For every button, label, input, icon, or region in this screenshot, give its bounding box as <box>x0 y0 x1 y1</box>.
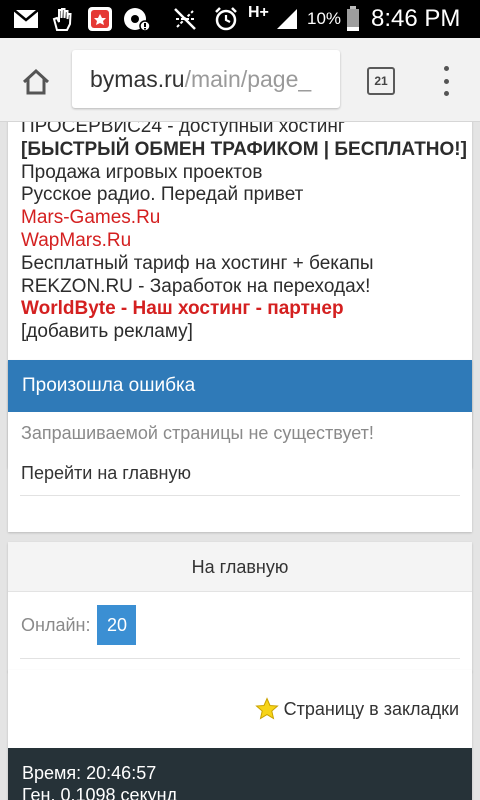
alarm-icon <box>212 6 240 32</box>
mute-icon <box>172 6 198 32</box>
online-label: Онлайн: <box>21 614 91 635</box>
browser-toolbar: bymas.ru/main/page_ 21 <box>0 38 480 122</box>
status-bar: H+ 10% 8:46 PM <box>0 0 480 38</box>
url-host: bymas.ru <box>90 66 185 92</box>
ad-link[interactable]: Бесплатный тариф на хостинг + бекапы <box>21 253 459 276</box>
bookmark-link[interactable]: Страницу в закладки <box>8 670 472 748</box>
server-time: Время: 20:46:57 <box>22 763 157 783</box>
go-home-link[interactable]: Перейти на главную <box>8 455 472 491</box>
hand-icon <box>48 6 76 32</box>
error-panel: Произошла ошибка Запрашиваемой страницы … <box>8 360 472 532</box>
clock: 8:46 PM <box>371 5 461 32</box>
app-notification-icon <box>86 6 114 32</box>
overflow-menu-icon[interactable] <box>432 66 460 96</box>
add-ad-link[interactable]: [добавить рекламу] <box>21 321 459 344</box>
divider <box>20 658 460 659</box>
ad-link[interactable]: [БЫСТРЫЙ ОБМЕН ТРАФИКОМ | БЕСПЛАТНО!] <box>21 139 467 162</box>
home-button[interactable]: На главную <box>8 542 472 592</box>
signal-icon <box>274 6 300 32</box>
bookmark-panel: Страницу в закладки Время: 20:46:57 Ген.… <box>8 670 472 800</box>
divider <box>20 495 460 496</box>
bookmark-label: Страницу в закладки <box>283 698 459 719</box>
online-row: Онлайн: 20 <box>8 592 472 658</box>
error-message: Запрашиваемой страницы не существует! <box>21 423 374 443</box>
page-content: ПРОСЕРВИС24 - доступный хостинг [БЫСТРЫЙ… <box>0 122 480 800</box>
ad-link[interactable]: REKZON.RU - Заработок на переходах! <box>21 276 459 299</box>
ad-link[interactable]: Продажа игровых проектов <box>21 162 459 185</box>
page-footer: Время: 20:46:57 Ген. 0.1098 секунд <box>8 748 472 800</box>
tab-switcher-button[interactable]: 21 <box>367 67 395 95</box>
network-type-label: H+ <box>248 4 269 21</box>
ad-link[interactable]: WorldByte - Наш хостинг - партнер <box>21 298 459 321</box>
home-icon[interactable] <box>16 62 56 102</box>
nav-panel: На главную Онлайн: 20 <box>8 542 472 672</box>
data-saver-icon <box>122 6 152 32</box>
star-icon <box>254 697 279 720</box>
ad-link[interactable]: ПРОСЕРВИС24 - доступный хостинг <box>21 122 459 139</box>
error-title: Произошла ошибка <box>8 360 472 412</box>
mail-icon <box>12 6 40 32</box>
ad-link[interactable]: Mars-Games.Ru <box>21 207 459 230</box>
ad-link[interactable]: Русское радио. Передай привет <box>21 184 459 207</box>
url-path: /main/page_ <box>184 66 312 92</box>
generation-time: Ген. 0.1098 секунд <box>22 785 178 800</box>
online-count-badge[interactable]: 20 <box>97 605 137 645</box>
ad-link[interactable]: WapMars.Ru <box>21 230 459 253</box>
address-bar[interactable]: bymas.ru/main/page_ <box>72 50 340 108</box>
battery-percent: 10% <box>307 9 342 28</box>
battery-icon <box>344 6 362 32</box>
